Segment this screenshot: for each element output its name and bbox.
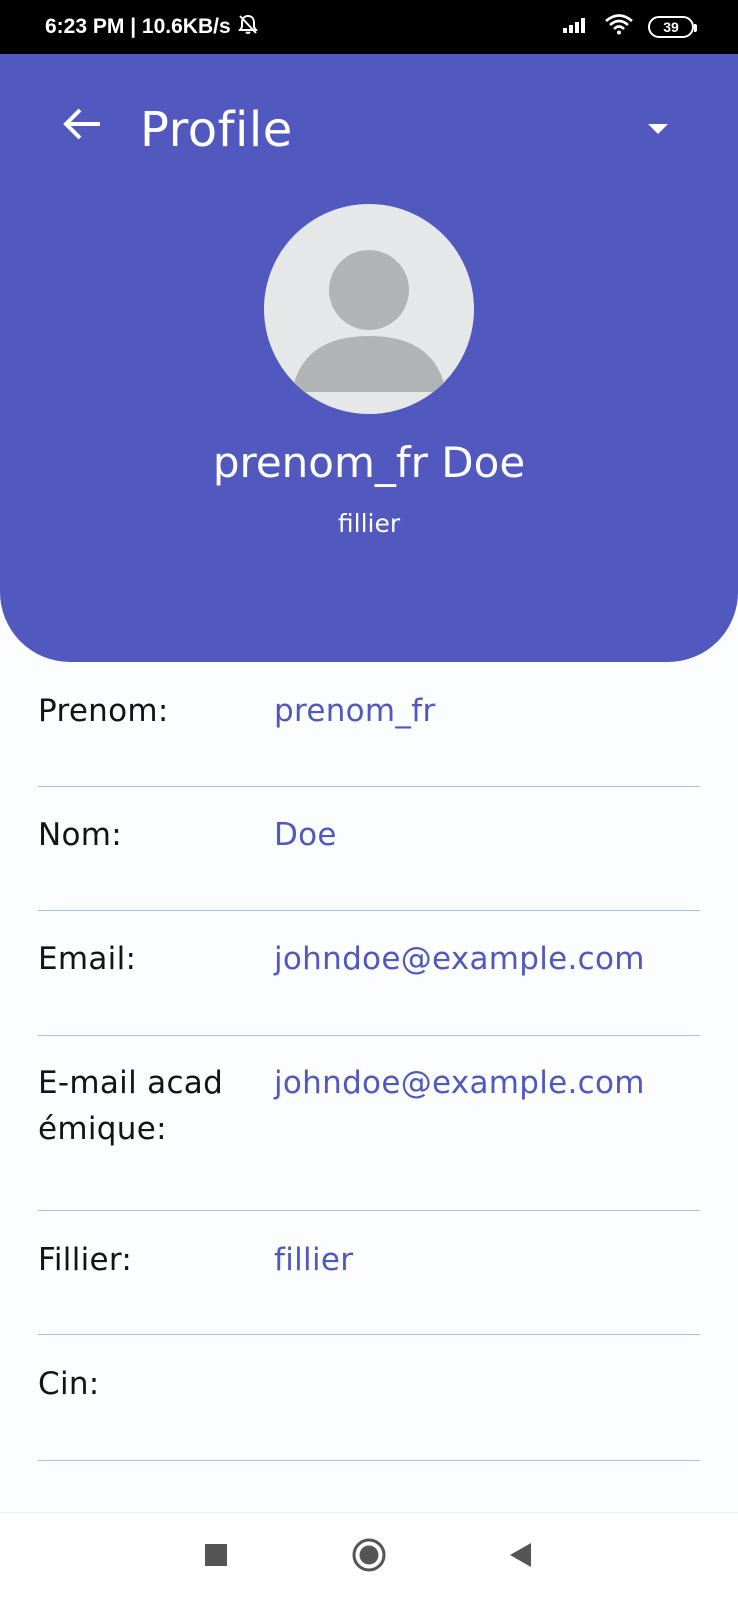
profile-screen: 6:23 PM | 10.6KB/s 39 Profile prenom_fr … bbox=[0, 0, 738, 1600]
info-row-email: Email: johndoe@example.com bbox=[38, 911, 700, 1036]
status-right: 39 bbox=[562, 13, 697, 41]
recents-button[interactable] bbox=[194, 1535, 238, 1579]
menu-dropdown-button[interactable] bbox=[630, 114, 686, 146]
caret-down-icon bbox=[646, 121, 670, 140]
prenom-value: prenom_fr bbox=[274, 693, 436, 729]
info-row-academic-email: E-mail acad émique: johndoe@example.com bbox=[38, 1036, 700, 1211]
email-value: johndoe@example.com bbox=[274, 941, 645, 977]
back-button[interactable] bbox=[58, 102, 106, 150]
info-row-fillier: Fillier: fillier bbox=[38, 1211, 700, 1335]
profile-info-list: Prenom: prenom_fr Nom: Doe Email: johndo… bbox=[38, 662, 700, 1461]
back-triangle-icon bbox=[507, 1541, 533, 1573]
academic-email-value: johndoe@example.com bbox=[274, 1065, 645, 1101]
mute-bell-icon bbox=[237, 13, 259, 41]
recents-square-icon bbox=[204, 1543, 228, 1571]
home-circle-icon bbox=[351, 1537, 387, 1577]
academic-email-label: E-mail acad émique: bbox=[38, 1060, 274, 1152]
profile-header: Profile prenom_fr Doe fillier bbox=[0, 54, 738, 662]
status-time-speed: 6:23 PM | 10.6KB/s bbox=[45, 15, 231, 38]
fillier-label: Fillier: bbox=[38, 1242, 133, 1278]
signal-icon bbox=[562, 14, 590, 40]
academic-email-label-line2: émique: bbox=[38, 1111, 167, 1147]
fillier-value: fillier bbox=[274, 1242, 354, 1278]
home-button[interactable] bbox=[347, 1535, 391, 1579]
prenom-label: Prenom: bbox=[38, 693, 169, 729]
info-row-cin: Cin: bbox=[38, 1335, 700, 1461]
back-nav-button[interactable] bbox=[498, 1535, 542, 1579]
status-bar: 6:23 PM | 10.6KB/s 39 bbox=[0, 0, 738, 54]
person-placeholder-icon bbox=[292, 250, 446, 392]
nom-value: Doe bbox=[274, 817, 337, 853]
avatar[interactable] bbox=[264, 204, 474, 414]
arrow-left-icon bbox=[62, 107, 102, 145]
profile-subtitle: fillier bbox=[337, 509, 401, 538]
profile-name: prenom_fr Doe bbox=[212, 438, 526, 487]
info-row-nom: Nom: Doe bbox=[38, 787, 700, 911]
academic-email-label-line1: E-mail acad bbox=[38, 1065, 224, 1101]
wifi-icon bbox=[604, 13, 634, 41]
battery-level: 39 bbox=[663, 19, 679, 35]
cin-label: Cin: bbox=[38, 1366, 100, 1402]
info-row-prenom: Prenom: prenom_fr bbox=[38, 662, 700, 787]
email-label: Email: bbox=[38, 941, 137, 977]
status-left: 6:23 PM | 10.6KB/s bbox=[45, 13, 259, 41]
system-nav-bar bbox=[0, 1512, 738, 1600]
page-title: Profile bbox=[140, 102, 293, 158]
battery-icon: 39 bbox=[648, 16, 697, 38]
nom-label: Nom: bbox=[38, 817, 122, 853]
